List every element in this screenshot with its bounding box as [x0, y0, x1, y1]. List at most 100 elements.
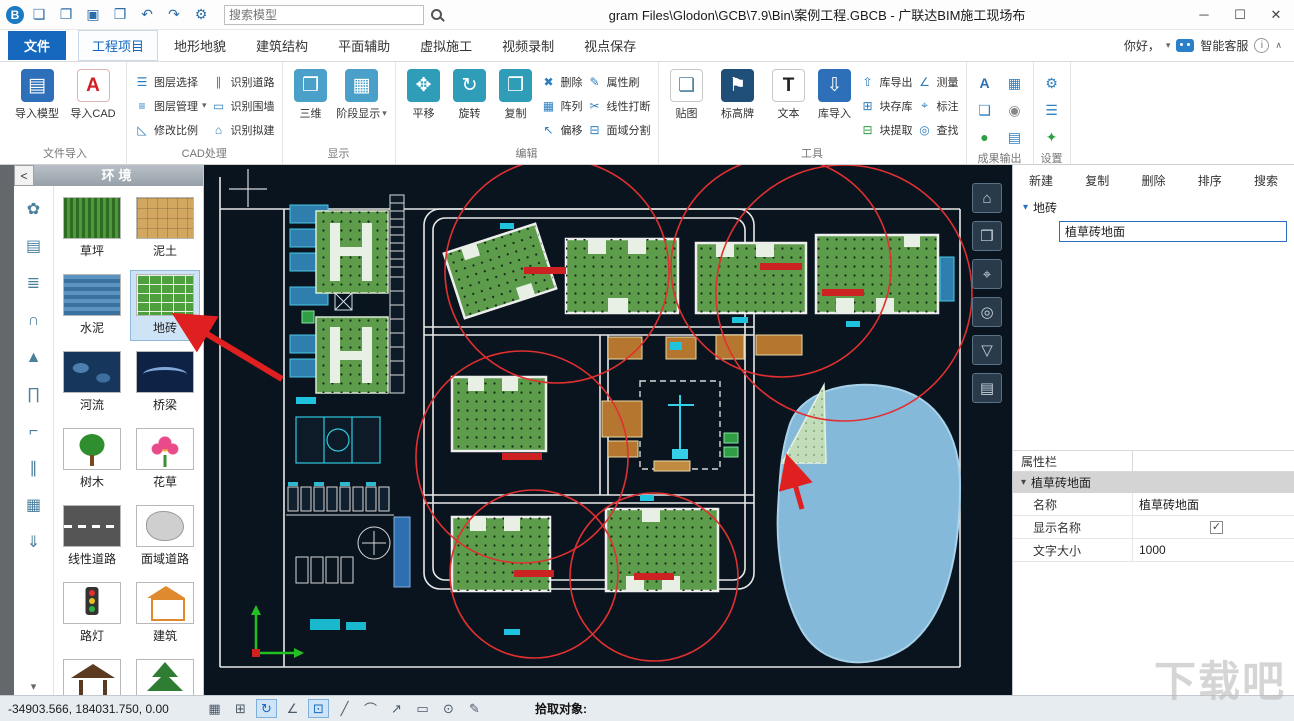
tab-video-record[interactable]: 视频录制 — [488, 30, 568, 61]
sidebar-item-cement[interactable]: 水泥 — [57, 270, 127, 341]
info-icon[interactable]: i — [1254, 38, 1270, 53]
tree-group-row[interactable]: ▾ 地砖 — [1013, 195, 1294, 220]
sidebar-item-building[interactable]: 建筑 — [130, 578, 200, 649]
search-input[interactable] — [229, 7, 419, 22]
cone-icon[interactable]: ▲ — [26, 350, 42, 366]
open-file-icon[interactable]: ❐ — [54, 4, 78, 26]
arch-icon[interactable]: ∩ — [28, 313, 40, 329]
delete-item-button[interactable]: 删除 — [1141, 172, 1165, 189]
filter-icon[interactable]: ▽ — [972, 335, 1002, 365]
layer-manage-button[interactable]: ≡ 图层管理 ▾ — [134, 96, 206, 115]
paste-image-button[interactable]: ❏ 贴图 — [666, 67, 708, 121]
property-brush-button[interactable]: ✎ 属性刷 — [587, 72, 651, 91]
list-icon[interactable]: ☰ — [1041, 99, 1063, 121]
library-export-button[interactable]: ⇧ 库导出 — [860, 72, 913, 91]
elevation-board-button[interactable]: ⚑ 标高牌 — [712, 67, 764, 121]
annotate-button[interactable]: ⌖ 标注 — [917, 96, 958, 115]
sidebar-item-grass[interactable]: 草坪 — [57, 193, 127, 264]
view-3d-button[interactable]: ❒ 三维 — [290, 67, 332, 121]
import-model-button[interactable]: ▤ 导入模型 — [11, 67, 63, 121]
panel-back-button[interactable]: < — [14, 165, 34, 186]
tab-viewpoint-save[interactable]: 视点保存 — [570, 30, 650, 61]
truss-icon[interactable]: ≣ — [27, 276, 40, 292]
tab-project[interactable]: 工程项目 — [78, 30, 159, 61]
export-icon[interactable]: ⇓ — [27, 535, 40, 551]
search-icon[interactable] — [431, 9, 442, 20]
block-extract-button[interactable]: ⊟ 块提取 — [860, 120, 913, 139]
tab-terrain[interactable]: 地形地貌 — [160, 30, 240, 61]
fit-view-icon[interactable]: ⌖ — [972, 259, 1002, 289]
sidebar-item-tree[interactable]: 树木 — [57, 424, 127, 495]
gate-icon[interactable]: ∏ — [27, 387, 40, 403]
redo-icon[interactable]: ↷ — [162, 4, 186, 26]
copy-button[interactable]: ❐ 复制 — [495, 67, 537, 121]
close-button[interactable]: ✕ — [1258, 1, 1294, 29]
rect-icon[interactable]: ▭ — [412, 699, 433, 718]
text-output-icon[interactable]: A — [974, 72, 996, 94]
vector-icon[interactable]: ↗ — [386, 699, 407, 718]
undo-icon[interactable]: ↶ — [135, 4, 159, 26]
pen-icon[interactable]: ✎ — [464, 699, 485, 718]
save-as-icon[interactable]: ❒ — [108, 4, 132, 26]
import-cad-button[interactable]: A 导入CAD — [67, 67, 119, 121]
site-plan[interactable] — [204, 165, 1012, 695]
recognize-wall-button[interactable]: ▭ 识别围墙 — [211, 96, 275, 115]
plant-icon[interactable]: ✿ — [27, 202, 40, 218]
tab-structure[interactable]: 建筑结构 — [242, 30, 322, 61]
array-button[interactable]: ▦ 阵列 — [541, 96, 583, 115]
cube-view-icon[interactable]: ❒ — [972, 221, 1002, 251]
sidebar-item-tile[interactable]: 地砖 — [130, 270, 200, 341]
layer-select-button[interactable]: ☰ 图层选择 — [134, 72, 207, 91]
settings-icon[interactable]: ⚙ — [189, 4, 213, 26]
drawing-canvas[interactable]: ⌂ ❒ ⌖ ◎ ▽ ▤ — [204, 165, 1012, 695]
options-icon[interactable]: ✦ — [1041, 126, 1063, 148]
text-button[interactable]: T 文本 — [768, 67, 810, 121]
region-split-button[interactable]: ⊟ 面域分割 — [587, 120, 651, 139]
pipe-icon[interactable]: ∥ — [30, 461, 38, 477]
copy-item-button[interactable]: 复制 — [1085, 172, 1109, 189]
sidebar-item-bridge[interactable]: 桥梁 — [130, 347, 200, 418]
arc-icon[interactable]: ⌒ — [360, 699, 381, 718]
sidebar-item-pine[interactable]: 树 — [130, 655, 200, 695]
sidebar-item-lamp[interactable]: 路灯 — [57, 578, 127, 649]
list-output-icon[interactable]: ▤ — [1004, 126, 1026, 148]
camera-output-icon[interactable]: ◉ — [1004, 99, 1026, 121]
collapse-ribbon-icon[interactable]: ∧ — [1275, 40, 1282, 51]
new-button[interactable]: 新建 — [1029, 172, 1053, 189]
new-file-icon[interactable]: ❏ — [27, 4, 51, 26]
model-output-icon[interactable]: ● — [974, 126, 996, 148]
home-view-icon[interactable]: ⌂ — [972, 183, 1002, 213]
gear-icon[interactable]: ⚙ — [1041, 72, 1063, 94]
maximize-button[interactable]: ☐ — [1222, 1, 1258, 29]
pan-button[interactable]: ✥ 平移 — [403, 67, 445, 121]
orbit-icon[interactable]: ↻ — [256, 699, 277, 718]
measure-button[interactable]: ∠ 测量 — [917, 72, 958, 91]
rotate-button[interactable]: ↻ 旋转 — [449, 67, 491, 121]
search-button[interactable]: 搜索 — [1254, 172, 1278, 189]
offset-button[interactable]: ↖ 偏移 — [541, 120, 583, 139]
sidebar-item-linear-road[interactable]: 线性道路 — [57, 501, 127, 572]
building-icon[interactable]: ▤ — [26, 239, 41, 255]
sidebar-item-pavilion[interactable]: 凉亭 — [57, 655, 127, 695]
find-button[interactable]: ◎ 查找 — [917, 120, 958, 139]
tab-virtual-construction[interactable]: 虚拟施工 — [406, 30, 486, 61]
image-output-icon[interactable]: ▦ — [1004, 72, 1026, 94]
grid-icon[interactable]: ▦ — [204, 699, 225, 718]
layers-icon[interactable]: ▤ — [972, 373, 1002, 403]
minimize-button[interactable]: ─ — [1186, 1, 1222, 29]
sidebar-item-flower[interactable]: 花草 — [130, 424, 200, 495]
fence-icon[interactable]: ▦ — [26, 498, 41, 514]
zoom-icon[interactable]: ◎ — [972, 297, 1002, 327]
osnap-icon[interactable]: ⊡ — [308, 699, 329, 718]
recognize-building-button[interactable]: ⌂ 识别拟建 — [211, 120, 275, 139]
snap-icon[interactable]: ⊞ — [230, 699, 251, 718]
chevron-down-icon[interactable]: ▾ — [1166, 40, 1171, 51]
property-value[interactable]: 1000 — [1133, 539, 1294, 561]
phase-display-button[interactable]: ▦ 阶段显示 ▾ — [336, 67, 388, 121]
chevron-down-icon[interactable]: ▾ — [1023, 202, 1028, 213]
property-value[interactable]: 植草砖地面 — [1133, 493, 1294, 515]
circle-icon[interactable]: ⊙ — [438, 699, 459, 718]
angle-icon[interactable]: ∠ — [282, 699, 303, 718]
strip-scroll-down-icon[interactable]: ▾ — [31, 680, 37, 693]
save-icon[interactable]: ▣ — [81, 4, 105, 26]
